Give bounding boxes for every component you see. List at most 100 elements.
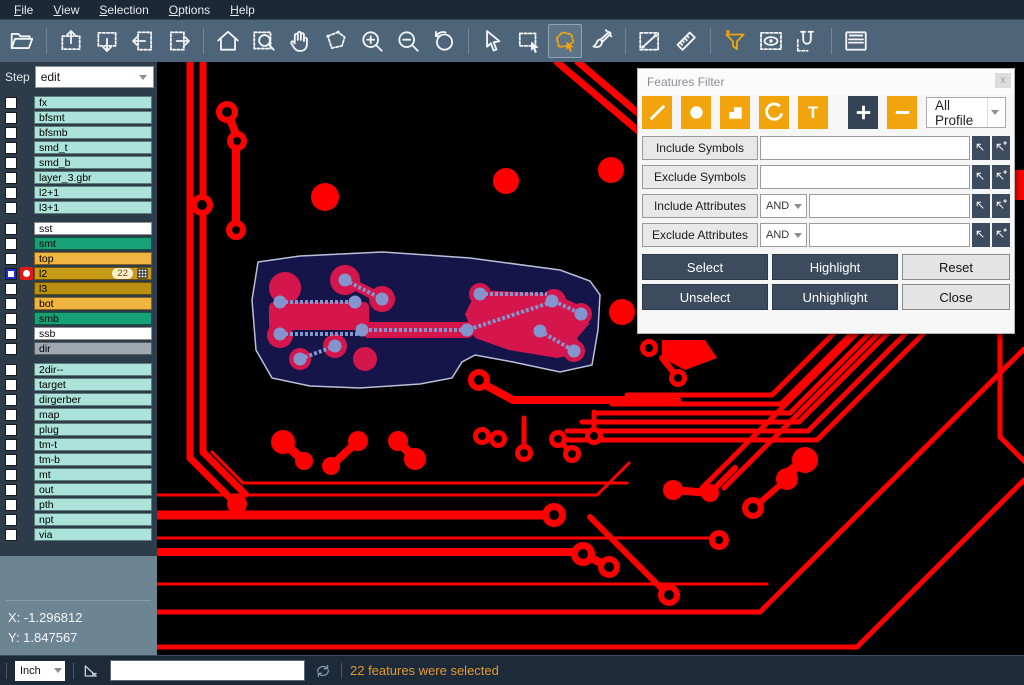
open-file-button[interactable]	[5, 24, 39, 58]
layer-visibility-checkbox[interactable]	[5, 439, 17, 451]
layer-chip-smt[interactable]: smt	[34, 237, 152, 250]
menu-item-view[interactable]: View	[43, 0, 89, 19]
layer-chip-out[interactable]: out	[34, 483, 152, 496]
layer-row-smd_b[interactable]: smd_b	[0, 155, 157, 170]
layer-chip-npt[interactable]: npt	[34, 513, 152, 526]
layer-chip-smb[interactable]: smb	[34, 312, 152, 325]
layer-row-tm-b[interactable]: tm-b	[0, 452, 157, 467]
measure-distance-button[interactable]	[633, 24, 667, 58]
layer-row-via[interactable]: via	[0, 527, 157, 542]
layer-visibility-checkbox[interactable]	[5, 364, 17, 376]
include-symbols-button[interactable]: Include Symbols	[642, 136, 758, 160]
layer-visibility-checkbox[interactable]	[5, 328, 17, 340]
exclude-attributes-operator-select[interactable]: AND	[760, 223, 807, 247]
select-rectangle-button[interactable]	[512, 24, 546, 58]
surface-tool-button[interactable]	[720, 96, 750, 129]
include-attributes-input[interactable]	[809, 194, 970, 218]
layer-visibility-checkbox[interactable]	[5, 298, 17, 310]
snap-button[interactable]	[790, 24, 824, 58]
include-attributes-pick-button[interactable]	[972, 194, 990, 218]
pan-left-button[interactable]	[126, 24, 160, 58]
layer-chip-l2[interactable]: l222	[34, 267, 152, 280]
layer-visibility-checkbox[interactable]	[5, 409, 17, 421]
layer-visibility-checkbox[interactable]	[5, 142, 17, 154]
layer-chip-smd_b[interactable]: smd_b	[34, 156, 152, 169]
layer-row-smd_t[interactable]: smd_t	[0, 140, 157, 155]
layer-row-map[interactable]: map	[0, 407, 157, 422]
layer-row-dirgerber[interactable]: dirgerber	[0, 392, 157, 407]
layer-row-l3[interactable]: l3	[0, 281, 157, 296]
exclude-symbols-pick-add-button[interactable]	[992, 165, 1010, 189]
layer-visibility-checkbox[interactable]	[5, 202, 17, 214]
layer-chip-l2+1[interactable]: l2+1	[34, 186, 152, 199]
layer-row-fx[interactable]: fx	[0, 95, 157, 110]
zoom-out-button[interactable]	[391, 24, 425, 58]
exclude-toggle-button[interactable]	[887, 96, 917, 129]
line-tool-button[interactable]	[642, 96, 672, 129]
include-attributes-button[interactable]: Include Attributes	[642, 194, 758, 218]
exclude-attributes-pick-button[interactable]	[972, 223, 990, 247]
layer-chip-dir[interactable]: dir	[34, 342, 152, 355]
menu-item-options[interactable]: Options	[159, 0, 220, 19]
layer-row-bot[interactable]: bot	[0, 296, 157, 311]
layer-chip-smd_t[interactable]: smd_t	[34, 141, 152, 154]
layer-row-l3+1[interactable]: l3+1	[0, 200, 157, 215]
layer-row-l2[interactable]: l222	[0, 266, 157, 281]
layer-visibility-checkbox[interactable]	[5, 238, 17, 250]
refresh-icon[interactable]	[313, 661, 333, 681]
home-view-button[interactable]	[211, 24, 245, 58]
layer-chip-target[interactable]: target	[34, 378, 152, 391]
select-cursor-button[interactable]	[476, 24, 510, 58]
exclude-symbols-pick-button[interactable]	[972, 165, 990, 189]
layer-visibility-checkbox[interactable]	[5, 127, 17, 139]
menu-item-selection[interactable]: Selection	[89, 0, 158, 19]
layer-visibility-checkbox[interactable]	[5, 499, 17, 511]
exclude-attributes-pick-add-button[interactable]	[992, 223, 1010, 247]
dialog-title-bar[interactable]: Features Filter x	[638, 69, 1014, 94]
layer-chip-mt[interactable]: mt	[34, 468, 152, 481]
layers-panel-button[interactable]	[839, 24, 873, 58]
layer-chip-dirgerber[interactable]: dirgerber	[34, 393, 152, 406]
layer-row-sst[interactable]: sst	[0, 221, 157, 236]
layer-visibility-checkbox[interactable]	[5, 469, 17, 481]
command-input[interactable]	[110, 660, 305, 681]
layer-visibility-checkbox[interactable]	[5, 514, 17, 526]
layer-row-dir[interactable]: dir	[0, 341, 157, 356]
zoom-polygon-button[interactable]	[319, 24, 353, 58]
clear-highlight-button[interactable]	[584, 24, 618, 58]
pan-down-button[interactable]	[90, 24, 124, 58]
layer-row-bfsmt[interactable]: bfsmt	[0, 110, 157, 125]
layer-visibility-checkbox[interactable]	[5, 424, 17, 436]
exclude-symbols-button[interactable]: Exclude Symbols	[642, 165, 758, 189]
select-polygon-button[interactable]	[548, 24, 582, 58]
layer-chip-sst[interactable]: sst	[34, 222, 152, 235]
layer-visibility-checkbox[interactable]	[5, 283, 17, 295]
menu-item-file[interactable]: File	[4, 0, 43, 19]
pan-up-button[interactable]	[54, 24, 88, 58]
layer-visibility-checkbox[interactable]	[5, 484, 17, 496]
layer-visibility-checkbox[interactable]	[5, 157, 17, 169]
layer-chip-bot[interactable]: bot	[34, 297, 152, 310]
step-select[interactable]: edit	[35, 66, 154, 88]
layer-visibility-checkbox[interactable]	[5, 112, 17, 124]
layer-visibility-checkbox[interactable]	[5, 268, 17, 280]
corner-triangle-icon[interactable]	[82, 661, 102, 681]
close-button[interactable]: Close	[902, 284, 1010, 310]
include-symbols-pick-button[interactable]	[972, 136, 990, 160]
layer-row-smt[interactable]: smt	[0, 236, 157, 251]
zoom-previous-button[interactable]	[427, 24, 461, 58]
layer-row-top[interactable]: top	[0, 251, 157, 266]
layer-chip-plug[interactable]: plug	[34, 423, 152, 436]
pan-right-button[interactable]	[162, 24, 196, 58]
exclude-attributes-input[interactable]	[809, 223, 970, 247]
include-attributes-operator-select[interactable]: AND	[760, 194, 807, 218]
layer-visibility-checkbox[interactable]	[5, 172, 17, 184]
pan-hand-button[interactable]	[283, 24, 317, 58]
close-icon[interactable]: x	[995, 73, 1011, 88]
layer-chip-layer_3.gbr[interactable]: layer_3.gbr	[34, 171, 152, 184]
layer-visibility-checkbox[interactable]	[5, 454, 17, 466]
unhighlight-button[interactable]: Unhighlight	[772, 284, 898, 310]
include-symbols-input[interactable]	[760, 136, 970, 160]
layer-row-tm-t[interactable]: tm-t	[0, 437, 157, 452]
layer-row-plug[interactable]: plug	[0, 422, 157, 437]
